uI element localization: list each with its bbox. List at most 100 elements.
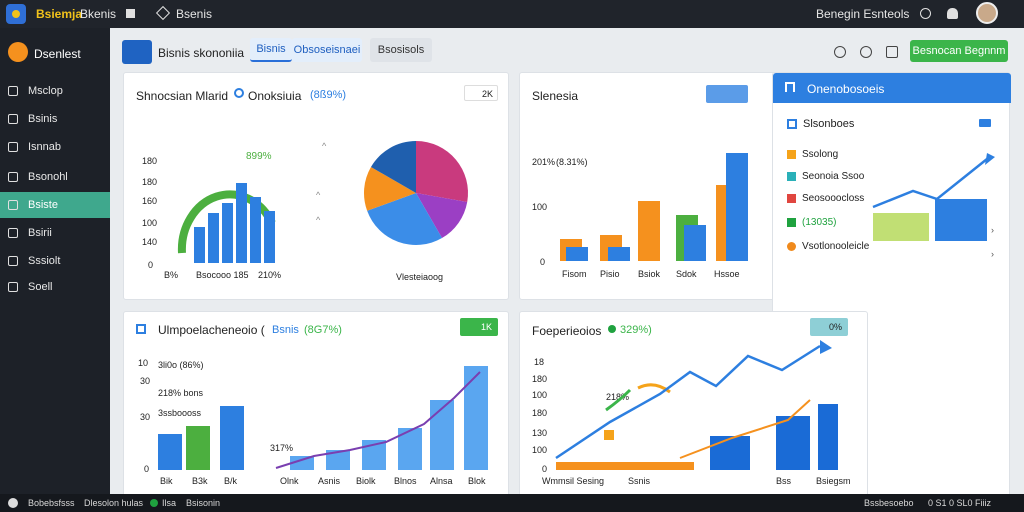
x-label: Asnis: [318, 476, 341, 486]
brand-icon: [8, 42, 28, 62]
annotation: (8.31%): [556, 157, 588, 167]
gauge-bar: [194, 227, 205, 263]
chevron-icon: ^: [316, 190, 321, 200]
status-dot-icon: [150, 499, 158, 507]
y-tick: 201%: [532, 157, 555, 167]
sidebar-item-2[interactable]: Isnnab: [0, 134, 110, 160]
impl-bar: [220, 406, 244, 470]
x-label: Blnos: [394, 476, 417, 486]
tab-1[interactable]: Obsoseisnaei: [292, 38, 362, 62]
card3-chart: 10 30 30 0 3li0o (86%) 218% bons 3ssbooo…: [138, 358, 488, 486]
y-tick: 100: [532, 202, 547, 212]
app-name: Bsiemja: [36, 7, 83, 21]
sales-bar: [684, 225, 706, 261]
window-tab-2[interactable]: Bsenis: [176, 7, 212, 21]
edit-icon[interactable]: [155, 5, 171, 21]
y-tick: 0: [542, 464, 547, 474]
square-icon[interactable]: [126, 9, 135, 18]
x-label: Sdok: [676, 269, 697, 279]
sidebar-item-label: Bsirii: [28, 227, 52, 239]
gauge-bar: [264, 211, 275, 263]
chart-icon: [8, 200, 18, 210]
sidebar-item-label: Soell: [28, 281, 53, 293]
x-label: Biolk: [356, 476, 376, 486]
sidebar-item-7[interactable]: Soell: [0, 274, 110, 300]
sales-bar: [638, 201, 660, 261]
impl-bar: [430, 400, 454, 470]
status-bar: Bobebsfsss Dlesolon hulas Ilsa Bsisonin …: [0, 494, 1024, 512]
clock-icon[interactable]: [920, 8, 931, 19]
gauge-bar: [208, 213, 219, 263]
avatar[interactable]: [976, 2, 998, 24]
y-tick: 180: [532, 408, 547, 418]
card-performance: Foeperieoios 329%) 0% 18 180 100 180 130…: [519, 311, 868, 511]
bell-icon[interactable]: [947, 8, 958, 19]
main-area: Bisnis skononiia Bisnis Obsoseisnaei Bso…: [110, 28, 1024, 512]
x-label: Blok: [468, 476, 486, 486]
brand-label: Dsenlest: [34, 47, 81, 61]
sidebar-item-label: Bsonohl: [28, 171, 68, 183]
sales-bar: [726, 153, 748, 261]
y-tick: 180: [142, 156, 157, 166]
pen-icon: [8, 228, 18, 238]
x-label: B/k: [224, 476, 238, 486]
home-button[interactable]: [122, 40, 152, 64]
status-item: 0 S1 0 SL0 Fiiiz: [928, 498, 992, 508]
gauge-bar: [250, 197, 261, 263]
x-label: Wmmsil Sesing: [542, 476, 604, 486]
perf-bar: [710, 436, 750, 470]
list-icon: [8, 142, 18, 152]
y-tick: 180: [532, 374, 547, 384]
tab-2[interactable]: Bsosisols: [370, 38, 432, 62]
sidebar-item-6[interactable]: Sssiolt: [0, 248, 110, 274]
filter-icon: [787, 119, 797, 129]
x-label: Pisio: [600, 269, 620, 279]
gauge-label: 899%: [246, 151, 272, 162]
status-item: Ilsa: [162, 498, 177, 508]
user-menu-text[interactable]: Benegin Esnteols: [816, 7, 909, 21]
home-icon: [8, 86, 18, 96]
y-tick: 0: [144, 464, 149, 474]
status-item: Bobebsfsss: [28, 498, 75, 508]
tab-0[interactable]: Bisnis: [250, 38, 292, 62]
perf-bar: [776, 416, 810, 470]
x-label: Hssoe: [714, 269, 740, 279]
sidebar-item-4[interactable]: Bsiste: [0, 192, 110, 218]
title-bar: Bsiemja Bkenis Bsenis Benegin Esnteols: [0, 0, 1024, 28]
window-tab-1[interactable]: Bkenis: [80, 7, 116, 21]
toggle-switch[interactable]: [979, 119, 991, 127]
x-label: Bsiok: [638, 269, 661, 279]
wrench-icon: [8, 282, 18, 292]
sidebar-item-1[interactable]: Bsinis: [0, 106, 110, 132]
x-label: B%: [164, 270, 178, 280]
x-label: B3k: [192, 476, 208, 486]
chevron-up-icon: ^: [322, 141, 327, 151]
arrow-head-icon: [985, 153, 995, 165]
y-tick: 180: [142, 177, 157, 187]
pie-slice: [416, 141, 468, 203]
folder-icon: [8, 172, 18, 182]
sidebar-item-label: Msclop: [28, 85, 63, 97]
sidebar-item-label: Bsiste: [28, 199, 58, 211]
card-overview: Shnocsian Mlarid Onoksiuia (8ß9%) 2K 180…: [123, 72, 509, 300]
action-button[interactable]: Besnocan Begnnm: [910, 40, 1008, 62]
grid-icon: [8, 256, 18, 266]
status-item: Bsisonin: [186, 498, 221, 508]
y-tick: 100: [532, 445, 547, 455]
y-tick: 100: [532, 390, 547, 400]
sidebar-item-label: Sssiolt: [28, 255, 61, 267]
x-label: Bsocooo 185: [196, 270, 249, 280]
impl-bar: [158, 434, 182, 470]
impl-bar: [464, 366, 488, 470]
sidebar-item-5[interactable]: Bsirii: [0, 220, 110, 246]
x-label: Bss: [776, 476, 792, 486]
perf-bar: [556, 462, 694, 470]
trend-bar: [935, 199, 987, 241]
y-tick: 160: [142, 196, 157, 206]
settings-icon[interactable]: [834, 46, 846, 58]
sidebar-item-0[interactable]: Msclop: [0, 78, 110, 104]
export-icon[interactable]: [886, 46, 898, 58]
sidebar-item-3[interactable]: Bsonohl: [0, 164, 110, 190]
y-tick: 18: [534, 357, 544, 367]
refresh-icon[interactable]: [860, 46, 872, 58]
